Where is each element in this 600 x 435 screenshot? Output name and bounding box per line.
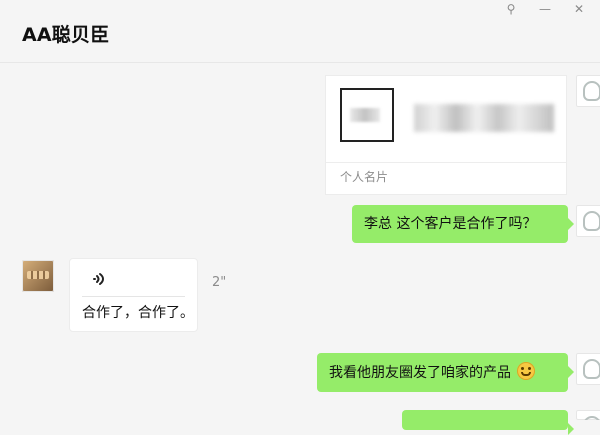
pin-icon[interactable]: ⚲ (502, 2, 520, 16)
self-avatar[interactable] (576, 410, 600, 420)
close-icon[interactable]: ✕ (570, 2, 588, 16)
message-bubble-outgoing[interactable]: 李总 这个客户是合作了吗？ (352, 205, 574, 243)
chat-area: 个人名片 李总 这个客户是合作了吗？ 合作了，合作了。 2" 我看他朋友圈发了咱… (0, 63, 600, 435)
contact-card-message[interactable]: 个人名片 (325, 75, 567, 195)
contact-avatar[interactable] (22, 260, 54, 292)
contact-card-name-blur (414, 104, 554, 132)
message-text: 我看他朋友圈发了咱家的产品 (329, 365, 511, 381)
window-controls: ⚲ — ✕ (502, 2, 588, 16)
contact-card-avatar (340, 88, 394, 142)
voice-transcript: 合作了，合作了。 (82, 305, 194, 321)
self-avatar[interactable] (576, 205, 600, 237)
contact-card-divider (326, 162, 566, 163)
contact-card-label: 个人名片 (340, 170, 389, 184)
message-bubble-outgoing-partial[interactable] (402, 410, 574, 435)
self-avatar[interactable] (576, 75, 600, 107)
voice-duration: 2" (212, 275, 227, 290)
self-avatar[interactable] (576, 353, 600, 385)
message-bubble-outgoing[interactable]: 我看他朋友圈发了咱家的产品 (317, 353, 574, 392)
minimize-icon[interactable]: — (536, 2, 554, 16)
voice-divider (82, 296, 185, 297)
laugh-cry-emoji-icon (517, 362, 536, 380)
message-text: 李总 这个客户是合作了吗？ (364, 216, 537, 232)
voice-wave-icon (88, 269, 108, 289)
voice-message[interactable]: 合作了，合作了。 (69, 258, 198, 332)
chat-title: AA聪贝臣 (22, 24, 110, 46)
chat-header: AA聪贝臣 ⚲ — ✕ (0, 0, 600, 63)
